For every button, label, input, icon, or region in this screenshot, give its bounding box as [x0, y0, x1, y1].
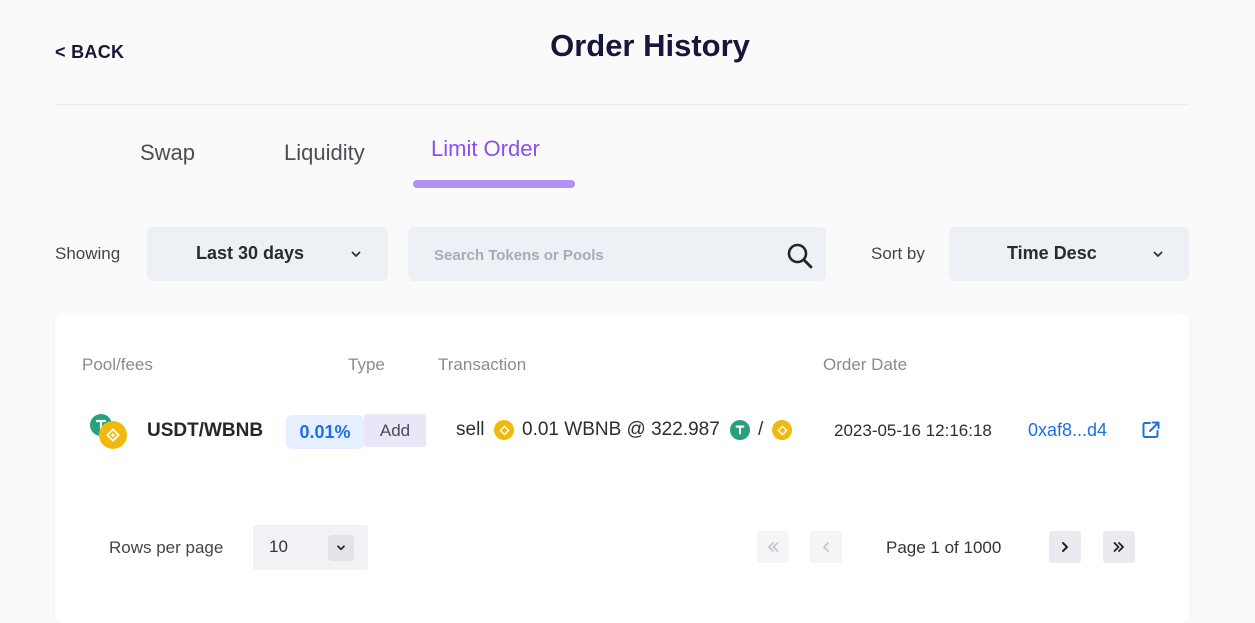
- chevron-down-icon: [351, 251, 361, 257]
- sort-select[interactable]: Time Desc: [949, 227, 1189, 281]
- tab-limit-order[interactable]: Limit Order: [431, 136, 540, 162]
- bnb-icon: [99, 421, 127, 449]
- rows-per-page-select[interactable]: 10: [253, 525, 368, 570]
- bnb-icon: [494, 420, 514, 440]
- period-select[interactable]: Last 30 days: [147, 227, 388, 281]
- search-input[interactable]: [432, 241, 776, 269]
- bnb-icon: [772, 420, 792, 440]
- prev-page-icon: [823, 542, 829, 552]
- chevron-down-icon: [1153, 251, 1163, 257]
- column-header-pool: Pool/fees: [82, 355, 153, 374]
- column-header-transaction: Transaction: [438, 355, 527, 374]
- external-link-icon[interactable]: [1141, 420, 1161, 440]
- tab-swap[interactable]: Swap: [140, 140, 195, 166]
- order-date: 2023-05-16 12:16:18: [834, 421, 992, 440]
- page-indicator: Page 1 of 1000: [886, 538, 1002, 557]
- tx-action: sell: [456, 419, 485, 440]
- type-badge: Add: [364, 414, 426, 447]
- rows-per-page-label: Rows per page: [109, 538, 224, 557]
- period-select-value: Last 30 days: [196, 243, 305, 263]
- column-header-type: Type: [348, 355, 385, 374]
- sort-select-value: Time Desc: [1007, 243, 1097, 263]
- tab-liquidity[interactable]: Liquidity: [284, 140, 365, 166]
- active-tab-indicator: [413, 180, 575, 188]
- last-page-icon: [1113, 542, 1124, 552]
- pool-pair: USDT/WBNB: [147, 420, 264, 441]
- search-icon[interactable]: [786, 242, 814, 270]
- rows-per-page-toggle[interactable]: [328, 535, 354, 561]
- orders-table-card: Pool/fees Type Transaction Order Date US…: [55, 313, 1189, 623]
- tx-separator: /: [758, 419, 764, 440]
- header-divider: [55, 104, 1189, 105]
- fee-badge: 0.01%: [286, 415, 364, 449]
- usdt-icon: [730, 420, 750, 440]
- first-page-button[interactable]: [757, 531, 789, 563]
- page-title: Order History: [550, 28, 750, 63]
- search-box: [408, 227, 826, 281]
- next-page-icon: [1062, 542, 1068, 552]
- chevron-down-icon: [337, 545, 345, 551]
- rows-per-page-value: 10: [269, 537, 288, 556]
- first-page-icon: [768, 542, 779, 552]
- sort-label: Sort by: [871, 244, 925, 263]
- showing-label: Showing: [55, 244, 121, 263]
- column-header-order-date: Order Date: [823, 355, 908, 374]
- next-page-button[interactable]: [1049, 531, 1081, 563]
- prev-page-button[interactable]: [810, 531, 842, 563]
- tx-amount: 0.01 WBNB @ 322.987: [522, 419, 720, 440]
- tx-hash-link[interactable]: 0xaf8...d4: [1028, 420, 1107, 441]
- last-page-button[interactable]: [1103, 531, 1135, 563]
